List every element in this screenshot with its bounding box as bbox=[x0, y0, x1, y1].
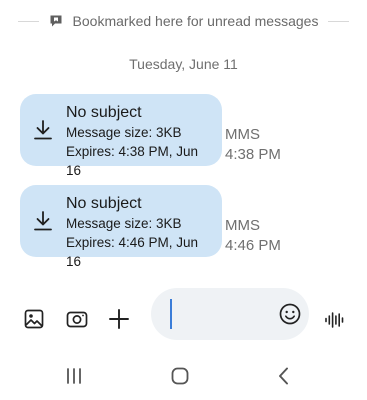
date-header: Tuesday, June 11 bbox=[129, 56, 238, 72]
home-icon[interactable] bbox=[168, 364, 192, 388]
divider-line-left bbox=[18, 20, 39, 22]
plus-icon[interactable] bbox=[107, 307, 131, 331]
camera-icon[interactable] bbox=[65, 307, 89, 331]
bookmark-chat-icon bbox=[50, 15, 62, 27]
bookmark-label-group: Bookmarked here for unread messages bbox=[39, 13, 329, 29]
recents-icon[interactable] bbox=[62, 364, 86, 388]
bookmark-label: Bookmarked here for unread messages bbox=[72, 13, 319, 29]
message-row: No subject Message size: 3KB Expires: 4:… bbox=[20, 185, 357, 269]
download-icon bbox=[34, 120, 52, 140]
mms-download-bubble[interactable]: No subject Message size: 3KB Expires: 4:… bbox=[20, 94, 222, 178]
bubble-content: No subject Message size: 3KB Expires: 4:… bbox=[66, 103, 216, 180]
unread-bookmark-divider: Bookmarked here for unread messages bbox=[18, 10, 350, 32]
message-subject: No subject bbox=[66, 195, 142, 212]
message-text-field[interactable] bbox=[151, 288, 309, 340]
message-expiry: Expires: 4:46 PM, Jun 16 bbox=[66, 235, 199, 269]
message-composer bbox=[0, 287, 367, 353]
gallery-icon[interactable] bbox=[22, 307, 46, 331]
message-row: No subject Message size: 3KB Expires: 4:… bbox=[20, 94, 357, 178]
message-type: MMS bbox=[225, 126, 260, 143]
message-expiry: Expires: 4:38 PM, Jun 16 bbox=[66, 144, 199, 178]
message-size: Message size: 3KB bbox=[66, 216, 182, 231]
download-icon bbox=[34, 211, 52, 231]
bubble-content: No subject Message size: 3KB Expires: 4:… bbox=[66, 194, 216, 271]
message-meta: MMS 4:38 PM bbox=[225, 125, 281, 165]
message-time: 4:38 PM bbox=[225, 146, 281, 163]
emoji-icon[interactable] bbox=[278, 302, 302, 326]
text-cursor bbox=[170, 299, 172, 329]
message-type: MMS bbox=[225, 217, 260, 234]
message-subject: No subject bbox=[66, 104, 142, 121]
voice-icon[interactable] bbox=[323, 308, 347, 332]
divider-line-right bbox=[328, 20, 350, 22]
back-icon[interactable] bbox=[272, 364, 296, 388]
mms-download-bubble[interactable]: No subject Message size: 3KB Expires: 4:… bbox=[20, 185, 222, 269]
message-size: Message size: 3KB bbox=[66, 125, 182, 140]
system-navigation-bar bbox=[0, 360, 367, 392]
message-time: 4:46 PM bbox=[225, 237, 281, 254]
message-meta: MMS 4:46 PM bbox=[225, 216, 281, 256]
message-input[interactable] bbox=[175, 302, 275, 328]
